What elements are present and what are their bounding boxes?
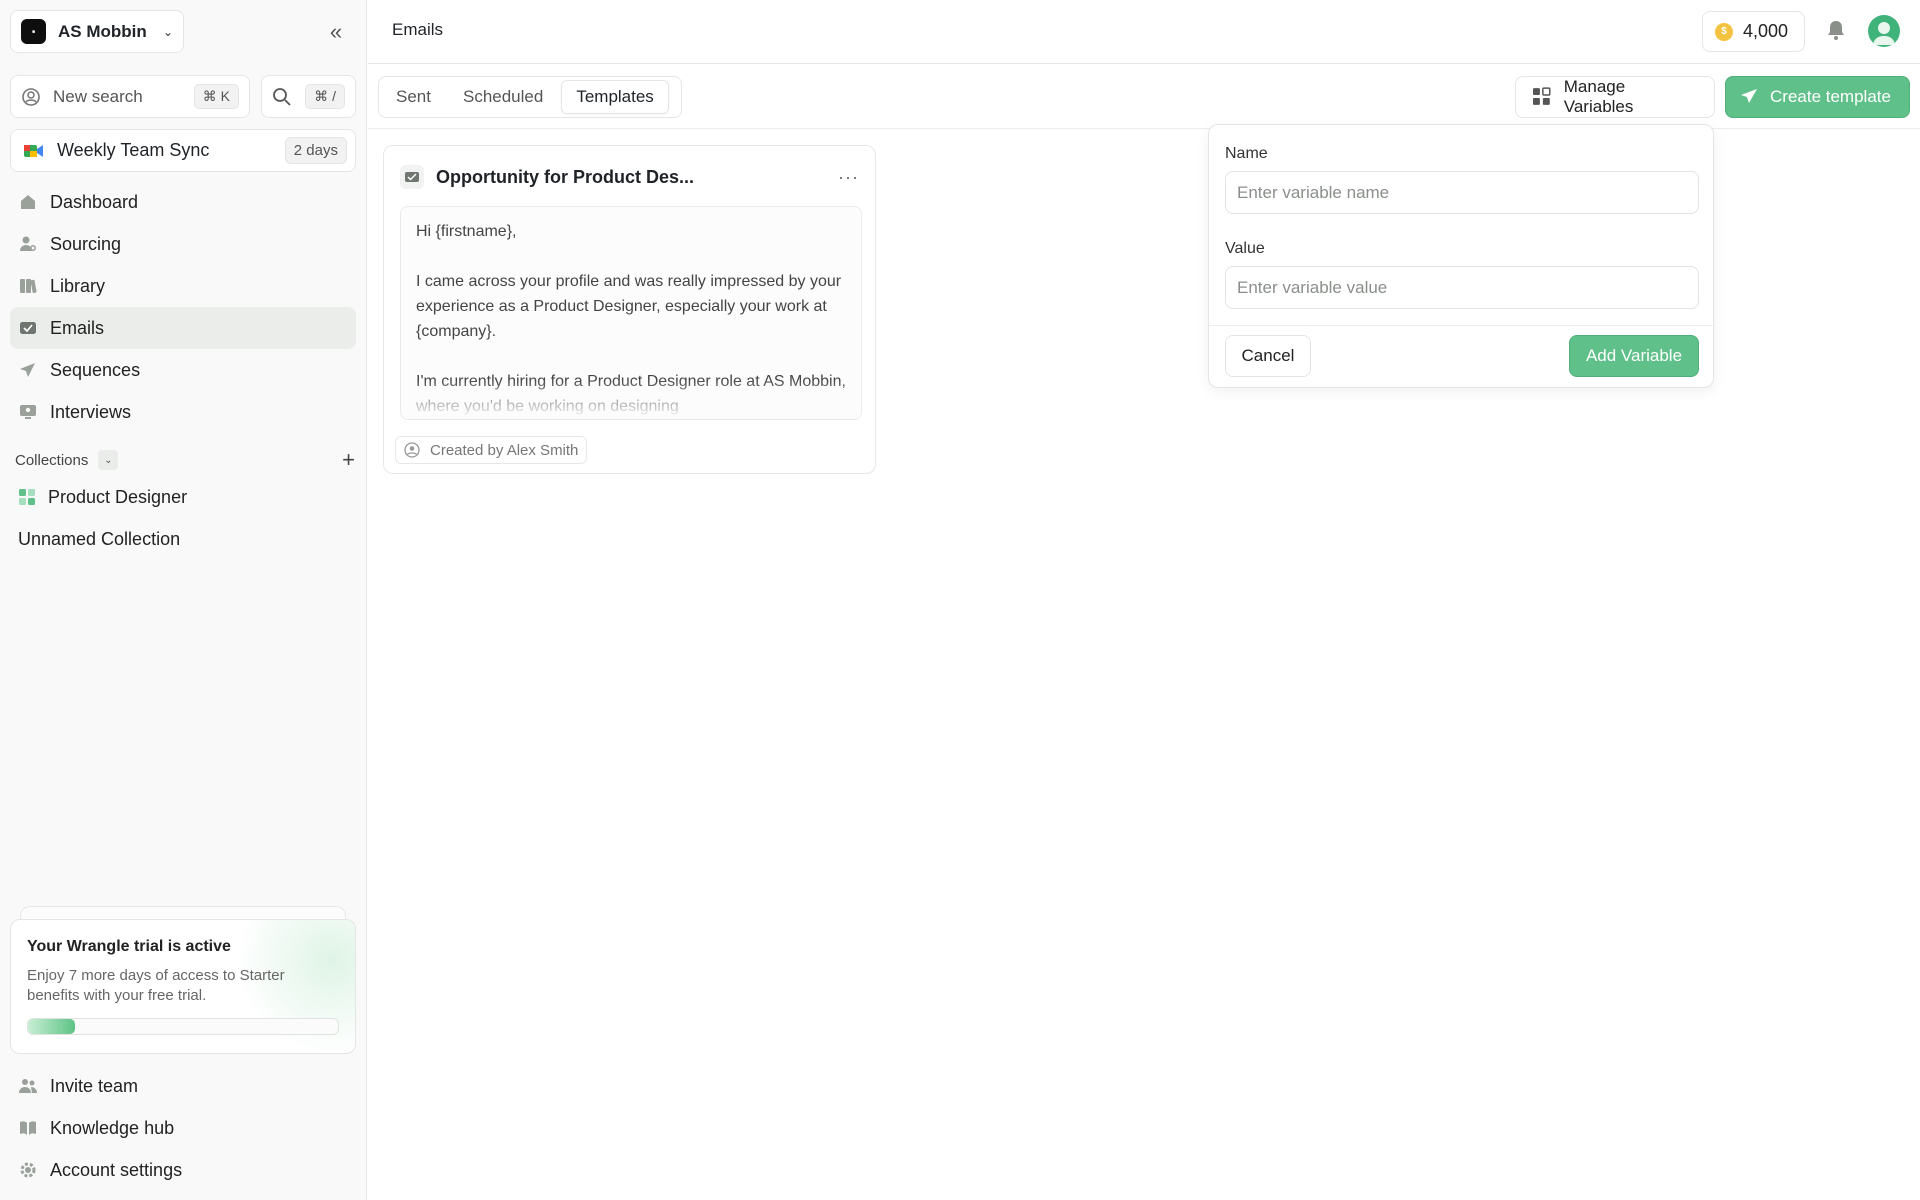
workspace-name: AS Mobbin [58,21,147,41]
manage-variables-label: Manage Variables [1563,77,1634,116]
emails-icon [18,318,38,338]
popover-divider [1209,325,1713,326]
quick-search-shortcut: ⌘ / [305,84,345,109]
collection-label: Unnamed Collection [18,528,181,549]
meeting-countdown-badge: 2 days [284,137,347,164]
variable-value-input[interactable] [1225,266,1699,309]
variables-grid-icon [1532,87,1551,105]
sidebar-item-sourcing[interactable]: Sourcing [10,223,356,265]
chevron-down-icon: ⌄ [162,24,173,39]
create-template-button[interactable]: Create template [1725,76,1910,118]
gear-icon [18,1160,38,1180]
book-icon [18,1118,38,1138]
add-variable-popover: Name Value Cancel Add Variable [1208,124,1714,388]
user-circle-icon [404,442,420,458]
tab-sent[interactable]: Sent [382,80,445,114]
library-icon [18,276,38,296]
collection-item-product-designer[interactable]: Product Designer [18,480,187,514]
template-paragraph: I'm currently hiring for a Product Desig… [416,373,846,415]
trial-title: Your Wrangle trial is active [27,938,231,955]
sidebar-item-interviews[interactable]: Interviews [10,391,356,433]
template-author: Created by Alex Smith [430,441,579,459]
template-card[interactable]: Opportunity for Product Des... ··· Hi {f… [383,145,876,474]
sidebar-item-label: Account settings [50,1159,183,1180]
collection-grid-icon [19,489,35,505]
template-title: Opportunity for Product Des... [436,166,695,187]
meeting-title: Weekly Team Sync [57,140,210,160]
template-email-icon [400,165,424,189]
sidebar-item-label: Dashboard [50,191,139,212]
sidebar-item-library[interactable]: Library [10,265,356,307]
shortcut-badge: ⌘ K [193,84,239,109]
dashboard-icon [18,192,38,212]
workspace-switcher[interactable]: ■ AS Mobbin ⌄ [10,10,184,53]
meet-icon [24,144,43,157]
sidebar-item-label: Sourcing [50,233,122,254]
template-paragraph: I came across your profile and was reall… [416,273,842,340]
sidebar-item-label: Interviews [50,401,132,422]
trial-progress-fill [28,1019,75,1034]
avatar[interactable] [1868,15,1900,47]
new-search-button[interactable]: New search ⌘ K [10,75,250,118]
sourcing-icon [18,234,38,254]
sidebar-item-sequences[interactable]: Sequences [10,349,356,391]
search-icon [273,87,291,106]
template-paragraph: Hi {firstname}, [416,223,517,240]
manage-variables-button[interactable]: Manage Variables [1515,76,1715,118]
collections-heading: Collections [15,451,89,469]
trial-card[interactable]: Your Wrangle trial is active Enjoy 7 mor… [10,919,356,1054]
workspace-logo-icon: ■ [21,19,46,44]
cancel-button[interactable]: Cancel [1225,335,1311,377]
main-nav: Dashboard Sourcing Library Emails Sequen… [10,181,356,433]
sidebar: ■ AS Mobbin ⌄ « New search ⌘ K ⌘ / Weekl… [0,0,367,1200]
top-bar: Emails $ 4,000 [368,0,1920,64]
credits-balance[interactable]: $ 4,000 [1702,11,1805,52]
new-search-label: New search [53,86,143,106]
sidebar-item-label: Library [50,275,106,296]
variable-name-input[interactable] [1225,171,1699,214]
sidebar-item-label: Knowledge hub [50,1117,175,1138]
bell-icon[interactable] [1824,18,1848,42]
sidebar-item-dashboard[interactable]: Dashboard [10,181,356,223]
add-collection-icon[interactable]: + [342,447,355,473]
trial-progress-bar [27,1018,339,1035]
tab-scheduled[interactable]: Scheduled [449,80,557,114]
create-template-label: Create template [1770,87,1891,106]
sequences-icon [18,360,38,380]
credits-value: 4,000 [1743,21,1789,41]
template-author-badge: Created by Alex Smith [395,436,588,464]
users-icon [18,1076,38,1096]
upcoming-meeting[interactable]: Weekly Team Sync 2 days [10,129,356,172]
coin-icon: $ [1715,22,1733,41]
add-variable-button[interactable]: Add Variable [1569,335,1699,377]
collapse-sidebar-icon[interactable]: « [322,18,350,46]
more-options-icon[interactable]: ··· [838,167,859,188]
sidebar-item-label: Emails [50,317,105,338]
interviews-icon [18,402,38,422]
tab-templates[interactable]: Templates [561,80,669,114]
email-tabs: Sent Scheduled Templates [378,76,682,118]
sidebar-item-label: Sequences [50,359,141,380]
sidebar-item-account-settings[interactable]: Account settings [10,1149,356,1191]
template-card-header: Opportunity for Product Des... ··· [400,164,859,190]
chevron-down-icon[interactable]: ⌄ [98,450,119,470]
sidebar-item-invite-team[interactable]: Invite team [10,1065,356,1107]
page-title: Emails [392,20,444,39]
variable-value-label: Value [1225,240,1265,257]
collection-item-unnamed[interactable]: Unnamed Collection [18,522,180,556]
sidebar-item-emails[interactable]: Emails [10,307,356,349]
template-preview: Hi {firstname}, I came across your profi… [400,206,862,420]
sidebar-item-knowledge-hub[interactable]: Knowledge hub [10,1107,356,1149]
footer-nav: Invite team Knowledge hub Account settin… [10,1065,356,1191]
send-icon [1741,89,1757,103]
user-search-icon [22,87,40,106]
sidebar-item-label: Invite team [50,1075,139,1096]
quick-search-button[interactable]: ⌘ / [261,75,356,118]
variable-name-label: Name [1225,145,1268,162]
collections-header: Collections ⌄ + [15,447,355,473]
trial-card-stack [20,906,346,920]
collection-label: Product Designer [48,486,188,507]
trial-description: Enjoy 7 more days of access to Starter b… [27,967,285,1004]
